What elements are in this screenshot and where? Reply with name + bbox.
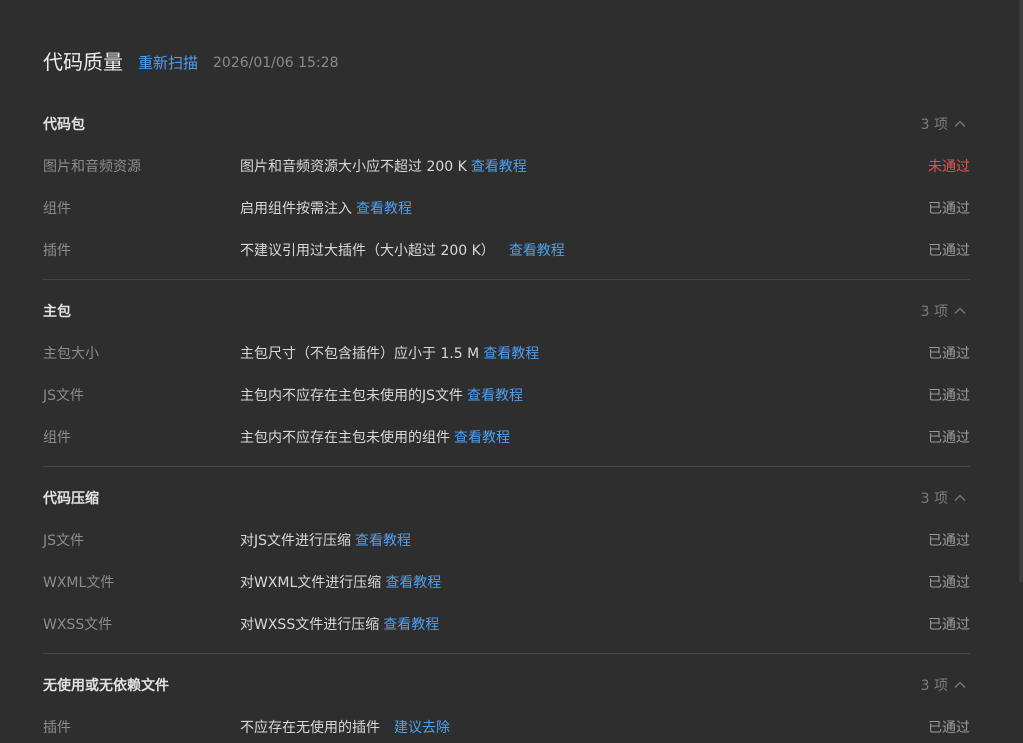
check-name: JS文件 [43, 388, 85, 404]
tutorial-link[interactable]: 查看教程 [483, 346, 539, 362]
content: 代码质量 重新扫描 2026/01/06 15:28 代码包 3 项 图片和音频… [43, 0, 970, 736]
scan-timestamp: 2026/01/06 15:28 [213, 55, 339, 71]
scrollbar[interactable] [1019, 0, 1023, 582]
check-name: 插件 [43, 243, 71, 259]
check-row-wxml-compress: WXML文件 对WXML文件进行压缩 查看教程 已通过 [43, 573, 970, 615]
check-description: 启用组件按需注入 查看教程 [240, 199, 412, 219]
check-description: 不建议引用过大插件（大小超过 200 K） 查看教程 [240, 241, 565, 261]
section-toggle[interactable]: 3 项 [921, 302, 966, 322]
check-description-text: 主包内不应存在主包未使用的组件 [240, 430, 450, 446]
check-description-text: 主包尺寸（不包含插件）应小于 1.5 M [240, 346, 480, 362]
section-title: 无使用或无依赖文件 [43, 678, 169, 694]
tutorial-link[interactable]: 查看教程 [355, 533, 411, 549]
status-badge: 已通过 [928, 575, 970, 591]
check-row-unused-plugins: 插件 不应存在无使用的插件 建议去除 已通过 [43, 718, 970, 743]
chevron-up-icon [954, 307, 966, 314]
section-header: 无使用或无依赖文件 3 项 [43, 676, 970, 718]
rescan-button[interactable]: 重新扫描 [138, 52, 198, 74]
code-quality-page: 代码质量 重新扫描 2026/01/06 15:28 代码包 3 项 图片和音频… [0, 0, 1023, 743]
check-description: 主包内不应存在主包未使用的组件 查看教程 [240, 428, 510, 448]
check-description: 不应存在无使用的插件 建议去除 [240, 718, 450, 738]
check-description: 主包尺寸（不包含插件）应小于 1.5 M 查看教程 [240, 344, 539, 364]
check-name: 组件 [43, 430, 71, 446]
status-badge: 已通过 [928, 388, 970, 404]
section-divider [43, 279, 970, 280]
status-badge: 已通过 [928, 201, 970, 217]
section-toggle[interactable]: 3 项 [921, 115, 966, 135]
check-description: 图片和音频资源大小应不超过 200 K 查看教程 [240, 157, 527, 177]
check-description-text: 主包内不应存在主包未使用的JS文件 [240, 388, 464, 404]
section-unused-files: 无使用或无依赖文件 3 项 插件 不应存在无使用的插件 建议去除 已通过 [43, 676, 970, 743]
section-count: 3 项 [920, 678, 948, 694]
section-count: 3 项 [920, 117, 948, 133]
check-name: JS文件 [43, 533, 85, 549]
check-description: 对WXML文件进行压缩 查看教程 [240, 573, 441, 593]
page-header: 代码质量 重新扫描 2026/01/06 15:28 [43, 0, 970, 124]
status-badge: 已通过 [928, 346, 970, 362]
section-main-package: 主包 3 项 主包大小 主包尺寸（不包含插件）应小于 1.5 M 查看教程 已通过… [43, 302, 970, 470]
tutorial-link[interactable]: 查看教程 [383, 617, 439, 633]
check-description: 主包内不应存在主包未使用的JS文件 查看教程 [240, 386, 523, 406]
check-row-wxss-compress: WXSS文件 对WXSS文件进行压缩 查看教程 已通过 [43, 615, 970, 657]
check-description: 对JS文件进行压缩 查看教程 [240, 531, 411, 551]
status-badge: 已通过 [928, 243, 970, 259]
check-row-plugins: 插件 不建议引用过大插件（大小超过 200 K） 查看教程 已通过 [43, 241, 970, 283]
page-title: 代码质量 [43, 50, 123, 74]
section-header: 主包 3 项 [43, 302, 970, 344]
check-row-components: 组件 启用组件按需注入 查看教程 已通过 [43, 199, 970, 241]
tutorial-link[interactable]: 查看教程 [454, 430, 510, 446]
status-badge: 已通过 [928, 617, 970, 633]
section-divider [43, 653, 970, 654]
section-code-compression: 代码压缩 3 项 JS文件 对JS文件进行压缩 查看教程 已通过 WXML文件 对… [43, 489, 970, 657]
section-toggle[interactable]: 3 项 [921, 676, 966, 696]
section-title: 代码包 [43, 117, 85, 133]
section-header: 代码压缩 3 项 [43, 489, 970, 531]
tutorial-link[interactable]: 查看教程 [509, 243, 565, 259]
check-name: 插件 [43, 720, 71, 736]
chevron-up-icon [954, 494, 966, 501]
tutorial-link[interactable]: 查看教程 [471, 159, 527, 175]
section-count: 3 项 [920, 304, 948, 320]
status-badge: 未通过 [928, 159, 970, 175]
chevron-up-icon [954, 120, 966, 127]
status-badge: 已通过 [928, 720, 970, 736]
status-badge: 已通过 [928, 430, 970, 446]
status-badge: 已通过 [928, 533, 970, 549]
chevron-up-icon [954, 681, 966, 688]
tutorial-link[interactable]: 查看教程 [385, 575, 441, 591]
check-description: 对WXSS文件进行压缩 查看教程 [240, 615, 439, 635]
check-description-text: 不建议引用过大插件（大小超过 200 K） [240, 243, 495, 259]
check-name: 组件 [43, 201, 71, 217]
section-toggle[interactable]: 3 项 [921, 489, 966, 509]
tutorial-link[interactable]: 查看教程 [467, 388, 523, 404]
check-name: WXSS文件 [43, 617, 113, 633]
check-description-text: 对WXSS文件进行压缩 [240, 617, 380, 633]
check-description-text: 对WXML文件进行压缩 [240, 575, 382, 591]
check-row-image-audio: 图片和音频资源 图片和音频资源大小应不超过 200 K 查看教程 未通过 [43, 157, 970, 199]
check-description-text: 不应存在无使用的插件 [240, 720, 380, 736]
check-row-main-size: 主包大小 主包尺寸（不包含插件）应小于 1.5 M 查看教程 已通过 [43, 344, 970, 386]
check-row-unused-components: 组件 主包内不应存在主包未使用的组件 查看教程 已通过 [43, 428, 970, 470]
section-divider [43, 466, 970, 467]
check-row-js-files: JS文件 主包内不应存在主包未使用的JS文件 查看教程 已通过 [43, 386, 970, 428]
check-row-js-compress: JS文件 对JS文件进行压缩 查看教程 已通过 [43, 531, 970, 573]
section-count: 3 项 [920, 491, 948, 507]
suggest-remove-link[interactable]: 建议去除 [394, 720, 450, 736]
check-name: 主包大小 [43, 346, 99, 362]
tutorial-link[interactable]: 查看教程 [356, 201, 412, 217]
section-title: 代码压缩 [43, 491, 99, 507]
section-title: 主包 [43, 304, 71, 320]
check-name: 图片和音频资源 [43, 159, 141, 175]
check-name: WXML文件 [43, 575, 115, 591]
check-description-text: 启用组件按需注入 [240, 201, 352, 217]
check-description-text: 图片和音频资源大小应不超过 200 K [240, 159, 467, 175]
section-code-package: 代码包 3 项 图片和音频资源 图片和音频资源大小应不超过 200 K 查看教程 … [43, 115, 970, 283]
section-header: 代码包 3 项 [43, 115, 970, 157]
check-description-text: 对JS文件进行压缩 [240, 533, 352, 549]
